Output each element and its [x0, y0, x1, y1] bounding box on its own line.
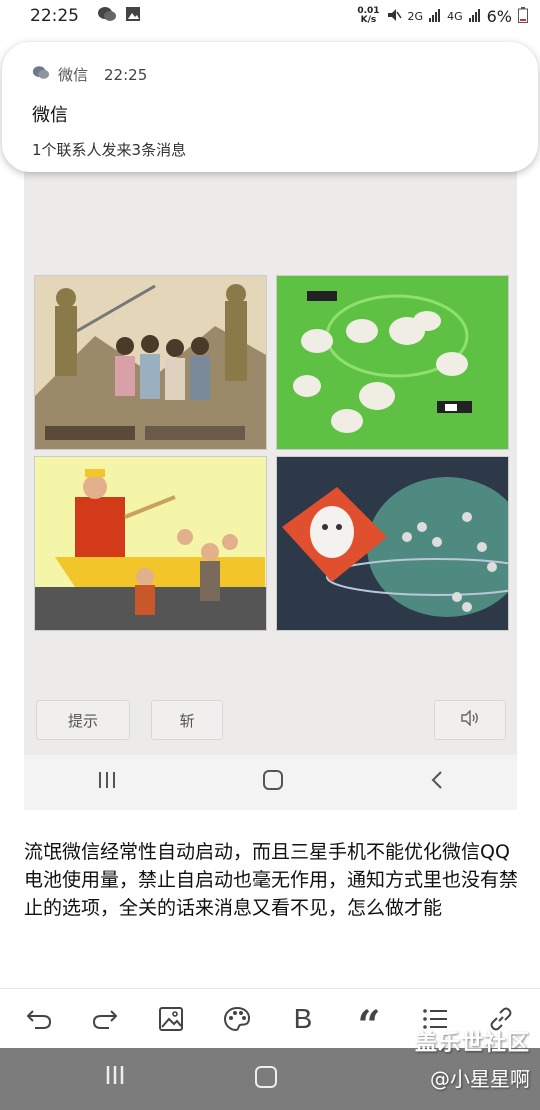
gallery-icon [125, 6, 141, 27]
watermark: 盖乐世社区 @小星星啊 [415, 1025, 530, 1092]
quote-icon[interactable]: “ [349, 999, 389, 1049]
cut-button[interactable]: 斩 [151, 700, 223, 740]
status-bar: 22:25 0.01 K/s 2G 4G 6% [0, 0, 540, 32]
bold-icon[interactable]: B [283, 999, 323, 1039]
redo-icon[interactable] [85, 999, 125, 1039]
recent-apps-icon[interactable] [104, 1064, 126, 1092]
home-icon [262, 769, 284, 797]
picture-soldiers-captives[interactable] [34, 275, 267, 450]
mute-icon [386, 8, 402, 25]
undo-icon[interactable] [19, 999, 59, 1039]
sound-button[interactable] [434, 700, 506, 740]
wechat-icon [32, 65, 50, 84]
speaker-icon [460, 709, 480, 730]
battery-icon [518, 6, 528, 26]
notification-body: 1个联系人发来3条消息 [32, 141, 187, 159]
wechat-icon [97, 6, 117, 27]
picture-king-sword[interactable] [34, 456, 267, 631]
notification-title: 微信 [32, 105, 68, 126]
palette-icon[interactable] [217, 999, 257, 1039]
post-body-text[interactable]: 流氓微信经常性自动启动，而且三星手机不能优化微信QQ电池使用量，禁止自启动也毫无… [24, 838, 524, 922]
notification-time: 22:25 [104, 65, 148, 84]
embedded-nav-bar [24, 755, 517, 810]
recent-apps-icon [97, 770, 117, 795]
watermark-user: @小星星啊 [430, 1067, 530, 1091]
wechat-notification[interactable]: 微信 22:25 微信 1个联系人发来3条消息 [2, 42, 538, 172]
image-icon[interactable] [151, 999, 191, 1039]
picture-grid [34, 275, 509, 631]
back-icon [430, 770, 444, 796]
watermark-community: 盖乐世社区 [414, 1031, 530, 1056]
signal-2g-label: 2G [407, 9, 424, 23]
home-icon[interactable] [255, 1066, 277, 1088]
status-time: 22:25 [30, 6, 79, 26]
hint-button[interactable]: 提示 [36, 700, 130, 740]
net-speed: 0.01 K/s [357, 6, 380, 25]
picture-cat-space[interactable] [276, 456, 509, 631]
notification-header: 微信 22:25 [32, 64, 508, 85]
battery-percent: 6% [486, 6, 512, 26]
embedded-screenshot: 提示 斩 [24, 150, 517, 810]
signal-icon [429, 8, 441, 25]
signal-4g-label: 4G [447, 9, 463, 23]
notification-app-name: 微信 [58, 66, 89, 84]
signal-icon [468, 8, 481, 25]
picture-sheep-dogs[interactable] [276, 275, 509, 450]
